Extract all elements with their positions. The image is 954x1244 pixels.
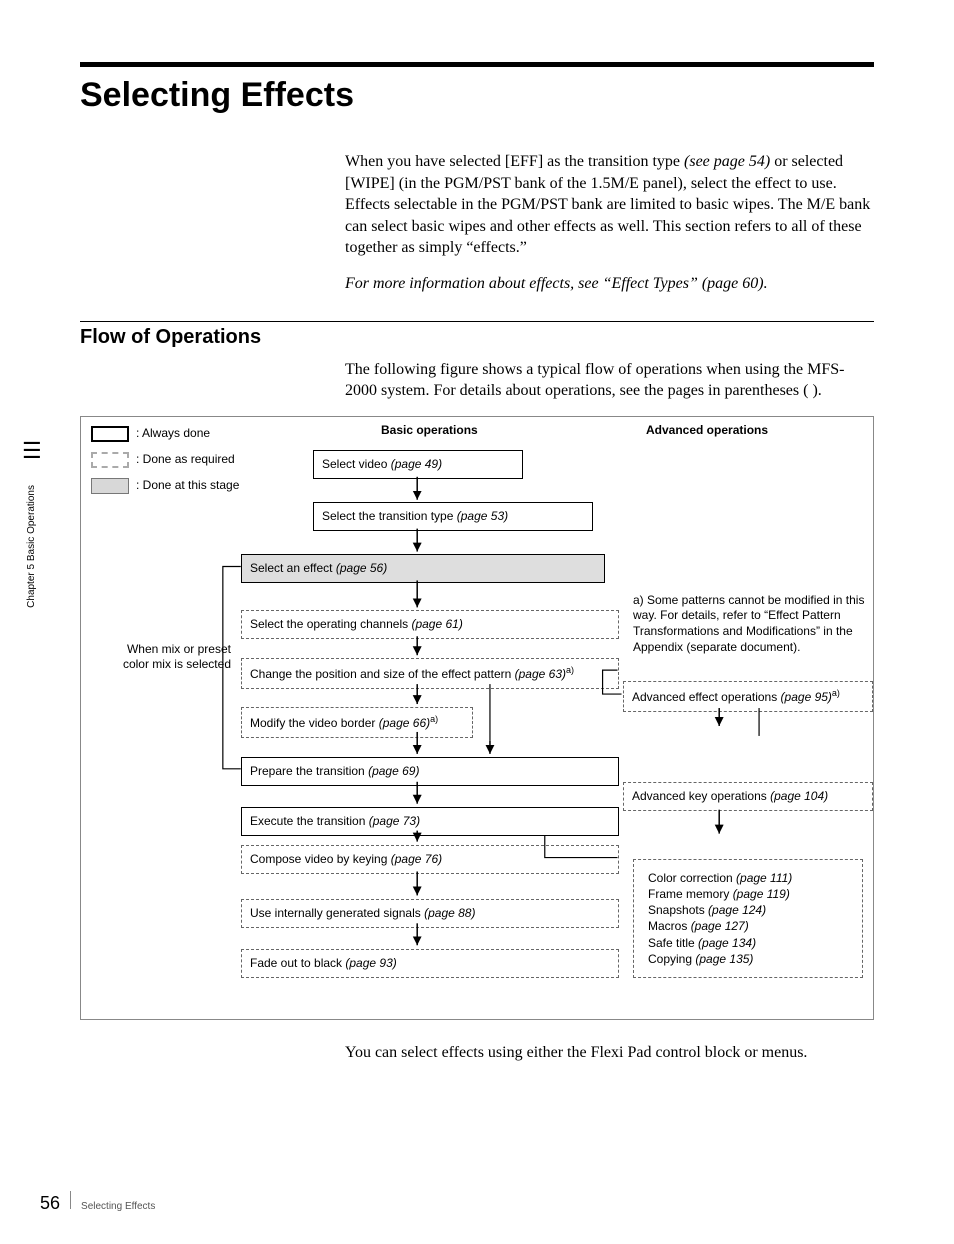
advanced-list-box: Color correction (page 111) Frame memory… [633,859,863,978]
subtitle: Flow of Operations [80,326,874,349]
box-pattern: Change the position and size of the effe… [241,658,619,689]
side-label: When mix or preset color mix is selected [121,642,231,672]
page-number: 56 [40,1193,60,1214]
box-channels: Select the operating channels (page 61) [241,610,619,639]
box-adv-key: Advanced key operations (page 104) [623,782,873,811]
swatch-required [91,452,129,468]
box-adv-effect: Advanced effect operations (page 95)a) [623,681,873,712]
side-glyph: ☰ [22,440,42,462]
box-fade-black: Fade out to black (page 93) [241,949,619,978]
box-internal-signals: Use internally generated signals (page 8… [241,899,619,928]
footer-label: Selecting Effects [81,1201,155,1212]
box-select-effect: Select an effect (page 56) [241,554,605,583]
flowchart: Basic operations Advanced operations : A… [80,416,874,1020]
box-border: Modify the video border (page 66)a) [241,707,473,738]
swatch-always [91,426,129,442]
col-basic: Basic operations [381,423,478,438]
intro-paragraph: When you have selected [EFF] as the tran… [345,151,874,259]
footer: 56 Selecting Effects [40,1191,155,1214]
flow-intro: The following figure shows a typical flo… [345,359,874,402]
box-select-video: Select video (page 49) [313,450,523,479]
top-rule [80,62,874,67]
page-title: Selecting Effects [80,76,874,115]
footnote-a: a) Some patterns cannot be modified in t… [633,593,871,655]
divider [80,321,874,322]
box-prepare: Prepare the transition (page 69) [241,757,619,786]
box-execute: Execute the transition (page 73) [241,807,619,836]
box-keying: Compose video by keying (page 76) [241,845,619,874]
closing: You can select effects using either the … [345,1044,874,1062]
swatch-stage [91,478,129,494]
legend: : Always done : Done as required : Done … [91,423,239,501]
footer-divider [70,1191,71,1209]
col-advanced: Advanced operations [646,423,768,438]
more-info: For more information about effects, see … [345,273,874,295]
box-transition-type: Select the transition type (page 53) [313,502,593,531]
sidebar-label: Chapter 5 Basic Operations [26,485,37,608]
